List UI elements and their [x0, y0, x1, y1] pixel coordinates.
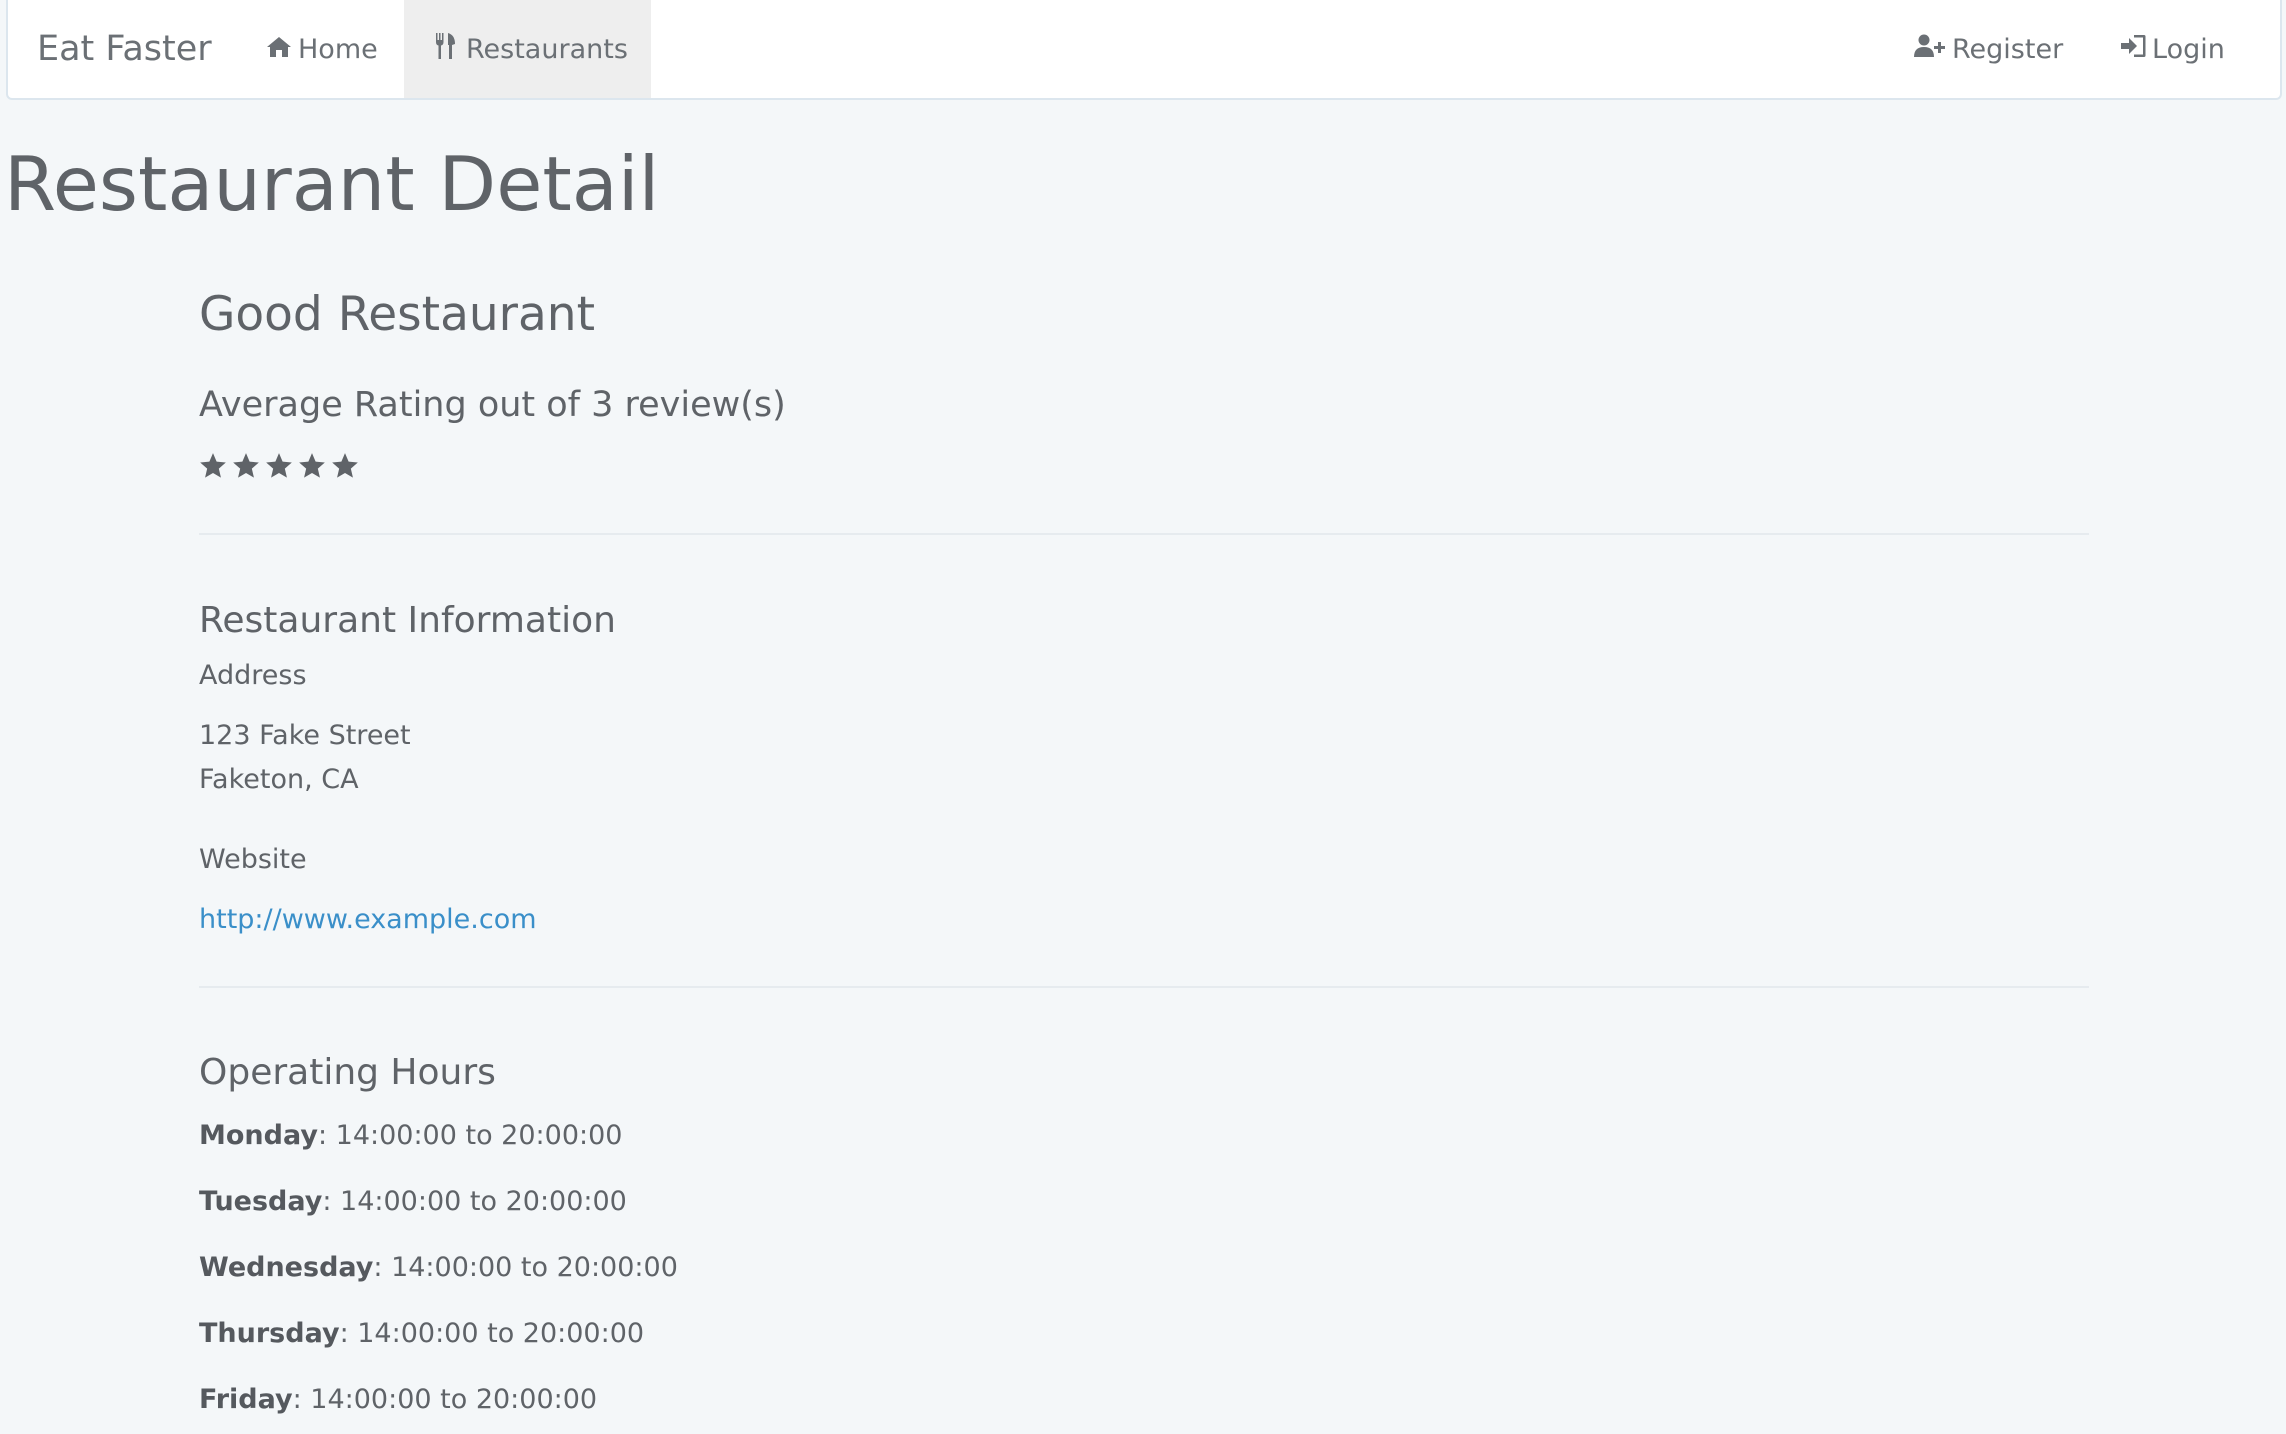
address-line-2: Faketon, CA: [199, 764, 359, 795]
address-label: Address: [199, 660, 307, 691]
hours-row-friday: Friday: 14:00:00 to 20:00:00: [199, 1383, 597, 1417]
nav-restaurants[interactable]: Restaurants: [404, 0, 651, 98]
hours-day: Friday: [199, 1384, 293, 1415]
brand-link[interactable]: Eat Faster: [37, 0, 212, 98]
section-divider: [199, 533, 2089, 535]
page-title: Restaurant Detail: [4, 140, 660, 228]
star-icon: [200, 453, 226, 478]
hours-row-thursday: Thursday: 14:00:00 to 20:00:00: [199, 1317, 644, 1351]
website-link[interactable]: http://www.example.com: [199, 903, 537, 937]
nav-register-label: Register: [1952, 33, 2064, 65]
website-label: Website: [199, 844, 307, 875]
restaurant-name: Good Restaurant: [199, 287, 596, 342]
cutlery-icon: [434, 32, 466, 67]
hours-row-wednesday: Wednesday: 14:00:00 to 20:00:00: [199, 1251, 678, 1285]
operating-hours-heading: Operating Hours: [199, 1052, 496, 1093]
star-icon: [332, 453, 358, 478]
hours-day: Wednesday: [199, 1252, 374, 1283]
user-plus-icon: [1914, 34, 1952, 65]
nav-login[interactable]: Login: [2120, 0, 2240, 98]
rating-stars: [199, 452, 364, 480]
restaurant-information-heading: Restaurant Information: [199, 600, 616, 641]
nav-restaurants-label: Restaurants: [466, 33, 628, 65]
section-divider: [199, 986, 2089, 988]
nav-register[interactable]: Register: [1914, 0, 2072, 98]
hours-time: : 14:00:00 to 20:00:00: [292, 1384, 598, 1415]
hours-day: Thursday: [199, 1318, 340, 1349]
hours-day: Monday: [199, 1120, 318, 1151]
rating-heading: Average Rating out of 3 review(s): [199, 385, 786, 425]
nav-login-label: Login: [2152, 33, 2225, 65]
hours-row-monday: Monday: 14:00:00 to 20:00:00: [199, 1119, 622, 1153]
hours-time: : 14:00:00 to 20:00:00: [317, 1120, 623, 1151]
star-icon: [233, 453, 259, 478]
address-line-1: 123 Fake Street: [199, 720, 411, 751]
nav-home-label: Home: [298, 33, 378, 65]
star-icon: [299, 453, 325, 478]
sign-in-icon: [2120, 34, 2152, 65]
hours-row-tuesday: Tuesday: 14:00:00 to 20:00:00: [199, 1185, 627, 1219]
hours-time: : 14:00:00 to 20:00:00: [322, 1186, 627, 1217]
hours-time: : 14:00:00 to 20:00:00: [373, 1252, 678, 1283]
nav-home[interactable]: Home: [260, 0, 402, 98]
star-icon: [266, 453, 292, 478]
hours-time: : 14:00:00 to 20:00:00: [339, 1318, 645, 1349]
hours-day: Tuesday: [199, 1186, 323, 1217]
home-icon: [266, 34, 298, 65]
top-navbar: Eat Faster Home Restaurants Register Log…: [6, 0, 2282, 100]
